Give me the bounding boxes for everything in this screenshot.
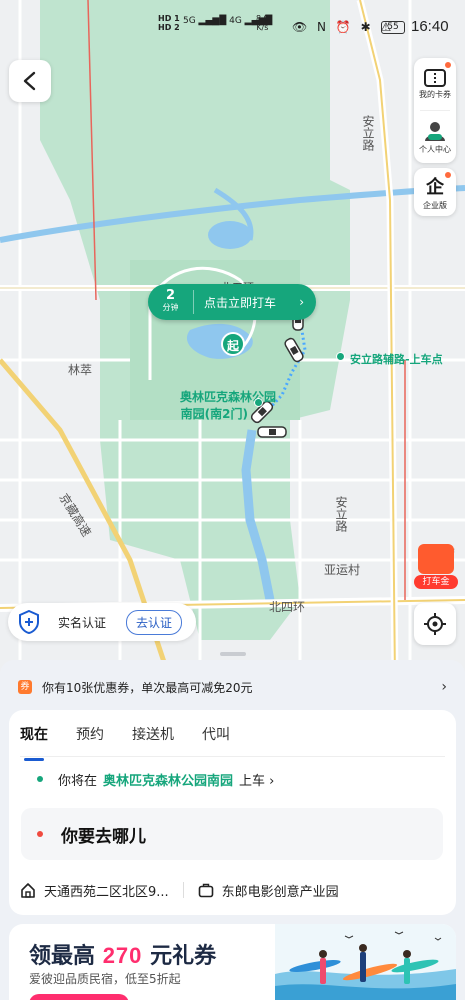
taxi-car bbox=[257, 426, 287, 438]
tab-now[interactable]: 现在 bbox=[20, 724, 48, 761]
user-center-label: 个人中心 bbox=[419, 144, 451, 154]
hd1-label: HD 1 bbox=[158, 14, 180, 23]
park-gate-label-line2: 南园(南2门) bbox=[180, 407, 248, 421]
enterprise-icon: 企 bbox=[426, 177, 444, 198]
locate-button[interactable] bbox=[414, 603, 456, 645]
clock: 16:40 bbox=[411, 18, 449, 35]
eta-call-button[interactable]: 2 分钟 点击立即打车 › bbox=[148, 284, 316, 320]
destination-input[interactable]: 你要去哪儿 bbox=[21, 808, 443, 860]
status-bar: HD 1 HD 2 5G ▂▄▆█ 4G ▂▄▆█ 8.9 K/s 👁 N ⏰ ✱ … bbox=[0, 12, 465, 42]
promo-amount: 270 bbox=[102, 943, 143, 968]
pickup-row[interactable]: 你将在 奥林匹克森林公园南园 上车 › bbox=[58, 770, 274, 789]
eta-number: 2 bbox=[165, 288, 176, 303]
chevron-right-icon: › bbox=[299, 295, 304, 309]
map-label-lincui: 林萃 bbox=[68, 363, 93, 377]
tab-airport[interactable]: 接送机 bbox=[132, 724, 174, 754]
net-speed: 8.9 K/s bbox=[256, 14, 269, 32]
hd2-label: HD 2 bbox=[158, 23, 180, 32]
shortcut-home[interactable]: 天通西苑二区北区9... bbox=[20, 881, 169, 900]
map-label-beisihuan: 北四环 bbox=[269, 600, 306, 614]
enterprise-label: 企业版 bbox=[423, 201, 447, 210]
promo-title-prefix: 领最高 bbox=[29, 944, 96, 969]
net-speed-value: 8.9 bbox=[256, 14, 269, 23]
crosshair-icon bbox=[424, 613, 446, 635]
user-center-button[interactable]: 个人中心 bbox=[414, 111, 456, 163]
lake bbox=[208, 221, 252, 249]
promo-banner[interactable]: 领最高 270 元礼券 爱彼迎品质民宿，低至5折起 bbox=[9, 924, 456, 1000]
notification-dot bbox=[445, 172, 451, 178]
shortcut-home-label: 天通西苑二区北区9... bbox=[44, 884, 169, 900]
tab-call-for-others[interactable]: 代叫 bbox=[202, 724, 230, 754]
destination-dot bbox=[37, 831, 43, 837]
back-arrow-icon bbox=[23, 71, 36, 91]
battery-icon: 55 bbox=[381, 21, 405, 34]
back-button[interactable] bbox=[9, 60, 51, 102]
promo-title-suffix: 元礼券 bbox=[150, 944, 217, 969]
eta-minutes: 2 分钟 bbox=[148, 288, 194, 314]
map-label-anli-road: 安立路 bbox=[361, 115, 375, 151]
pickup-dot bbox=[37, 776, 43, 782]
my-cards-label: 我的卡券 bbox=[419, 89, 451, 99]
verify-label: 实名认证 bbox=[58, 615, 107, 630]
home-icon bbox=[21, 883, 35, 898]
briefcase-icon bbox=[198, 883, 213, 898]
ride-tabs: 现在 预约 接送机 代叫 bbox=[20, 724, 258, 761]
real-name-verify-bar: 实名认证 去认证 bbox=[8, 603, 196, 641]
destination-placeholder: 你要去哪儿 bbox=[61, 826, 146, 847]
eta-cta-label: 点击立即打车 bbox=[204, 295, 277, 310]
hd-indicator: HD 1 HD 2 bbox=[158, 14, 180, 32]
pickup-place: 奥林匹克森林公园南园 bbox=[103, 774, 234, 789]
chevron-right-icon: › bbox=[441, 679, 447, 695]
ticket-icon bbox=[424, 68, 446, 87]
pickup-point-poi[interactable] bbox=[336, 352, 345, 361]
start-pin[interactable]: 起 bbox=[221, 332, 245, 356]
map-view[interactable]: 林萃 安立路 安立路 京藏高速 亚运村 北四环 北五环 小营 奥林匹克森林公园 … bbox=[0, 0, 465, 680]
pickup-prefix: 你将在 bbox=[58, 774, 98, 789]
shortcut-company[interactable]: 东郎电影创意产业园 bbox=[198, 881, 339, 900]
my-cards-button[interactable]: 我的卡券 bbox=[414, 58, 456, 110]
shortcut-company-label: 东郎电影创意产业园 bbox=[221, 884, 339, 900]
tab-divider bbox=[20, 756, 445, 757]
promo-button[interactable] bbox=[29, 994, 129, 1000]
user-avatar-icon bbox=[425, 121, 445, 141]
address-shortcuts: 天通西苑二区北区9... 东郎电影创意产业园 bbox=[20, 872, 445, 908]
tab-reserve[interactable]: 预约 bbox=[76, 724, 104, 754]
map-label-yayuncun: 亚运村 bbox=[324, 563, 361, 577]
notification-dot bbox=[445, 62, 451, 68]
shield-icon bbox=[16, 609, 42, 635]
net-speed-unit: K/s bbox=[256, 23, 269, 32]
shortcut-divider bbox=[182, 882, 184, 898]
pickup-point-label[interactable]: 安立路辅路-上车点 bbox=[350, 351, 443, 367]
pickup-suffix: 上车 › bbox=[239, 774, 275, 789]
promo-subtitle: 爱彼迎品质民宿，低至5折起 bbox=[29, 972, 181, 986]
taxi-bonus-label: 打车金 bbox=[414, 575, 458, 589]
side-panel: 我的卡券 个人中心 bbox=[414, 58, 456, 163]
eta-unit: 分钟 bbox=[162, 303, 179, 312]
promo-title: 领最高 270 元礼券 bbox=[29, 938, 216, 970]
red-packet-icon bbox=[418, 544, 454, 574]
verify-button[interactable]: 去认证 bbox=[126, 609, 183, 635]
coupon-icon: 券 bbox=[18, 680, 32, 694]
coupon-banner[interactable]: 券 你有10张优惠券，单次最高可减免20元 › bbox=[0, 668, 465, 706]
system-icons: 👁 N ⏰ ✱ ⚠ bbox=[292, 20, 395, 34]
park-gate-poi[interactable] bbox=[254, 398, 263, 407]
taxi-bonus-button[interactable]: 打车金 bbox=[414, 544, 458, 592]
surfers-illustration bbox=[275, 924, 456, 1000]
map-label-anli-road-south: 安立路 bbox=[334, 496, 348, 532]
coupon-text: 你有10张优惠券，单次最高可减免20元 bbox=[42, 680, 253, 695]
sheet-drag-handle[interactable] bbox=[220, 652, 246, 656]
enterprise-button[interactable]: 企 企业版 bbox=[414, 168, 456, 216]
